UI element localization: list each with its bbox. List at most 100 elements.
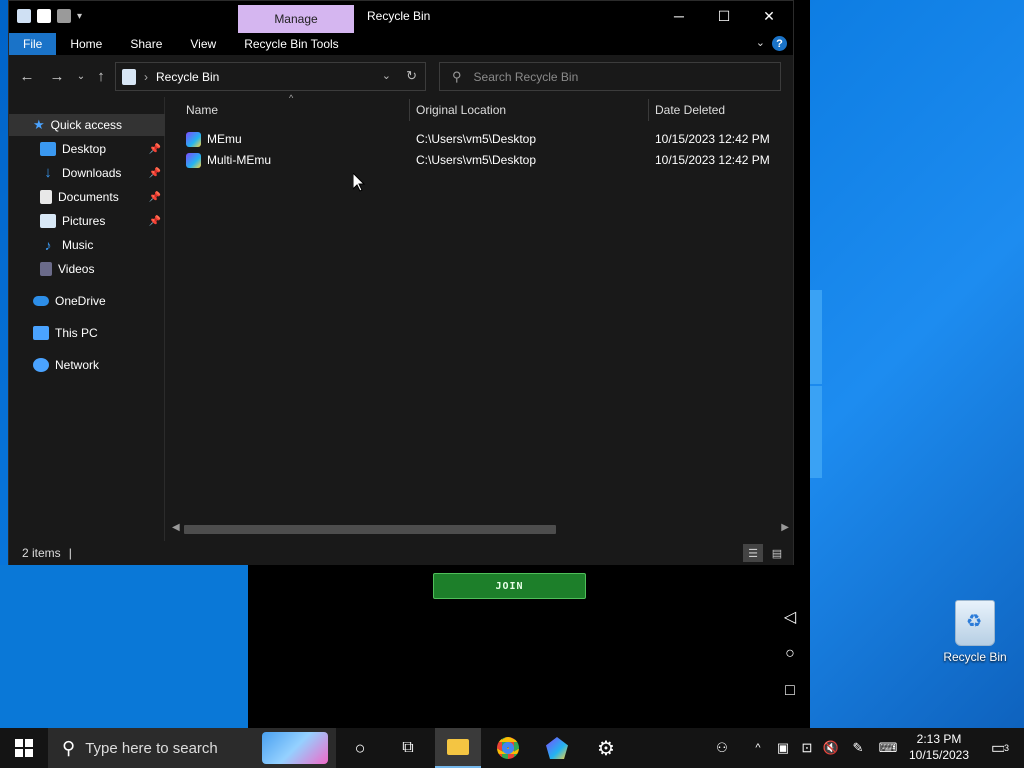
join-button[interactable]: JOIN	[433, 573, 586, 599]
sort-ascending-icon: ^	[289, 93, 294, 103]
device-tray-icon[interactable]: ⊡	[796, 728, 818, 768]
file-original-location: C:\Users\vm5\Desktop	[416, 153, 537, 167]
help-icon[interactable]: ?	[772, 36, 787, 51]
pin-icon[interactable]: 📌	[149, 192, 161, 203]
nav-item-this-pc[interactable]: This PC	[9, 322, 165, 344]
refresh-icon[interactable]: ↻	[406, 68, 417, 84]
nav-label: Documents	[58, 190, 119, 204]
manage-tab[interactable]: Manage	[238, 5, 354, 33]
chrome-taskbar-icon[interactable]	[485, 728, 531, 768]
column-original-location[interactable]: Original Location	[416, 103, 506, 117]
recent-locations-icon[interactable]: ⌄	[71, 67, 91, 85]
nav-label: OneDrive	[55, 294, 106, 308]
emulator-side-handle[interactable]	[810, 290, 822, 384]
touch-keyboard-icon[interactable]: ⌨	[875, 728, 901, 768]
nav-item-quick-access[interactable]: ★ Quick access	[9, 114, 165, 136]
file-explorer-taskbar-icon[interactable]	[435, 728, 481, 768]
search-input[interactable]: ⚲ Search Recycle Bin	[439, 62, 781, 91]
task-view-icon[interactable]: ⧉	[388, 728, 428, 768]
navigation-pane: ★ Quick access Desktop 📌 ↓ Downloads 📌 D…	[9, 97, 165, 541]
search-highlight-image[interactable]	[262, 732, 328, 764]
notification-center-icon[interactable]: ▭ 3	[980, 728, 1020, 768]
home-nav-icon[interactable]: ○	[781, 645, 799, 663]
recents-nav-icon[interactable]: □	[781, 682, 799, 700]
recycle-bin-label: Recycle Bin	[943, 650, 1007, 664]
forward-button[interactable]: →	[47, 67, 67, 85]
file-original-location: C:\Users\vm5\Desktop	[416, 132, 537, 146]
address-dropdown-icon[interactable]: ⌄	[382, 69, 391, 82]
breadcrumb-location[interactable]: Recycle Bin	[156, 70, 219, 84]
tab-file[interactable]: File	[9, 33, 57, 55]
horizontal-scrollbar[interactable]: ◀ ▶	[166, 521, 793, 537]
volume-muted-icon[interactable]: 🔇	[820, 728, 842, 768]
memu-app-icon	[186, 153, 201, 168]
breadcrumb-separator-icon[interactable]: ›	[144, 70, 148, 84]
column-divider[interactable]	[648, 99, 649, 121]
quick-access-toolbar: ▾	[17, 9, 82, 23]
nav-item-documents[interactable]: Documents 📌	[9, 186, 165, 208]
minimize-button[interactable]: ─	[656, 1, 702, 31]
windows-logo-icon	[15, 739, 33, 757]
file-date-deleted: 10/15/2023 12:42 PM	[655, 132, 770, 146]
maximize-button[interactable]: ☐	[701, 1, 747, 31]
emulator-side-handle-2[interactable]	[810, 386, 822, 478]
taskbar-clock[interactable]: 2:13 PM 10/15/2023	[900, 731, 978, 763]
up-button[interactable]: ↑	[91, 67, 111, 85]
computer-icon	[33, 326, 49, 340]
file-row[interactable]: Multi-MEmu C:\Users\vm5\Desktop 10/15/20…	[166, 150, 793, 171]
close-button[interactable]: ✕	[746, 1, 792, 31]
details-view-icon[interactable]: ☰	[743, 544, 763, 562]
item-count: 2 items	[22, 546, 61, 560]
tab-share[interactable]: Share	[116, 33, 176, 55]
nav-item-music[interactable]: ♪ Music	[9, 234, 165, 256]
show-hidden-icons-icon[interactable]: ^	[748, 728, 768, 768]
nav-item-onedrive[interactable]: OneDrive	[9, 290, 165, 312]
network-tray-icon[interactable]: ▣	[772, 728, 794, 768]
memu-taskbar-icon[interactable]	[534, 728, 580, 768]
address-bar[interactable]: › Recycle Bin ⌄ ↻	[115, 62, 426, 91]
pin-icon[interactable]: 📌	[149, 216, 161, 227]
desktop-area	[0, 565, 250, 728]
file-row[interactable]: MEmu C:\Users\vm5\Desktop 10/15/2023 12:…	[166, 129, 793, 150]
nav-label: This PC	[55, 326, 98, 340]
tab-recycle-bin-tools[interactable]: Recycle Bin Tools	[230, 33, 353, 55]
large-icons-view-icon[interactable]: ▤	[767, 544, 787, 562]
scroll-left-icon[interactable]: ◀	[172, 522, 180, 533]
recycle-bin-icon	[955, 600, 995, 646]
start-button[interactable]	[0, 728, 48, 768]
desktop-recycle-bin[interactable]: Recycle Bin	[940, 600, 1010, 664]
new-folder-icon[interactable]	[57, 9, 71, 23]
pen-workspace-icon[interactable]: ✎	[846, 728, 870, 768]
tab-home[interactable]: Home	[56, 33, 116, 55]
scroll-right-icon[interactable]: ▶	[781, 522, 789, 533]
clock-date: 10/15/2023	[908, 748, 970, 762]
nav-item-downloads[interactable]: ↓ Downloads 📌	[9, 162, 165, 184]
column-name[interactable]: Name	[186, 103, 218, 117]
nav-item-desktop[interactable]: Desktop 📌	[9, 138, 165, 160]
pin-icon[interactable]: 📌	[149, 144, 161, 155]
back-button[interactable]: ←	[17, 67, 37, 85]
nav-label: Quick access	[50, 118, 123, 132]
column-divider[interactable]	[409, 99, 410, 121]
notification-count: 3	[1004, 743, 1010, 753]
nav-item-pictures[interactable]: Pictures 📌	[9, 210, 165, 232]
taskbar-search-input[interactable]: ⚲ Type here to search	[48, 728, 336, 768]
settings-taskbar-icon[interactable]: ⚙	[583, 728, 629, 768]
recycle-bin-small-icon	[17, 9, 31, 23]
tab-view[interactable]: View	[176, 33, 230, 55]
back-nav-icon[interactable]: ◁	[781, 608, 799, 626]
expand-ribbon-icon[interactable]: ⌄	[756, 36, 765, 49]
file-date-deleted: 10/15/2023 12:42 PM	[655, 153, 770, 167]
people-icon[interactable]: ⚇	[708, 728, 736, 768]
star-icon: ★	[33, 117, 45, 132]
column-date-deleted[interactable]: Date Deleted	[655, 103, 725, 117]
properties-icon[interactable]	[37, 9, 51, 23]
cortana-icon[interactable]: ○	[340, 728, 380, 768]
window-title: Recycle Bin	[367, 9, 431, 23]
scrollbar-thumb[interactable]	[184, 525, 556, 534]
customize-toolbar-icon[interactable]: ▾	[77, 11, 82, 22]
nav-item-videos[interactable]: Videos	[9, 258, 165, 280]
pin-icon[interactable]: 📌	[149, 168, 161, 179]
nav-item-network[interactable]: Network	[9, 354, 165, 376]
file-name: Multi-MEmu	[207, 153, 272, 167]
